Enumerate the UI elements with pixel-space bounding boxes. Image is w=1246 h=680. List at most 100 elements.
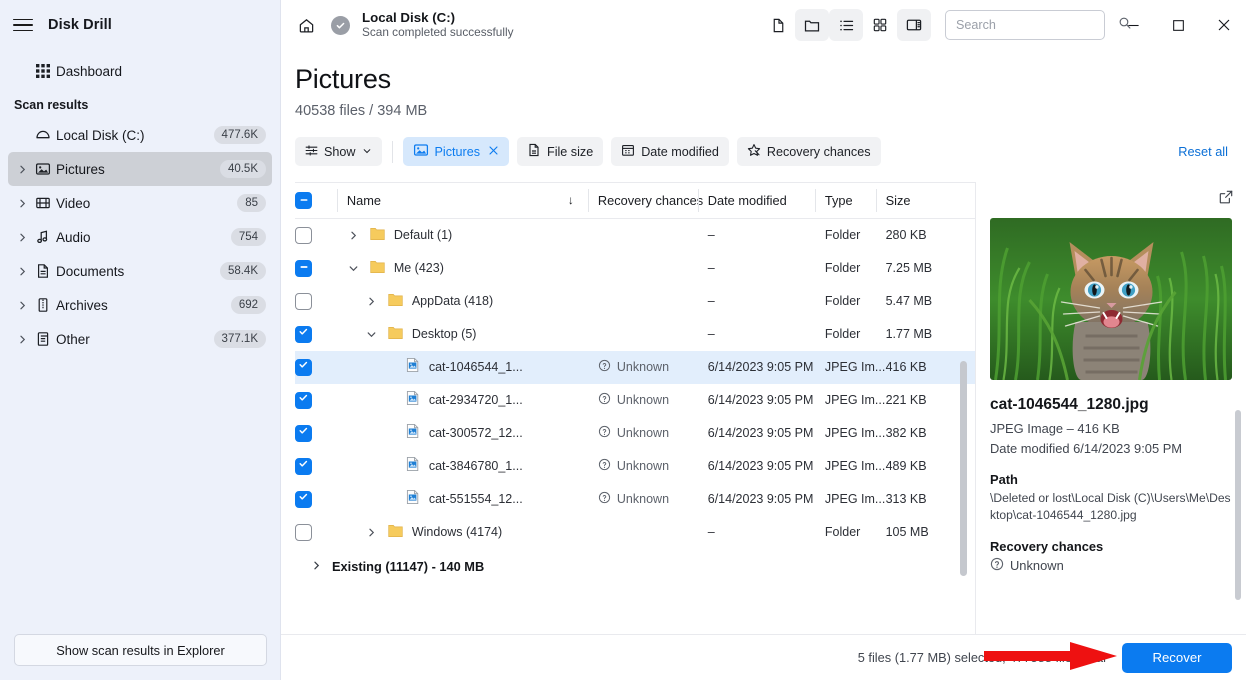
table-row[interactable]: Me (423) – Folder 7.25 MB (295, 252, 975, 285)
column-header-date-modified[interactable]: Date modified (697, 183, 815, 220)
table-row[interactable]: cat-2934720_1... Unknown 6/14/2023 9:05 PM… (295, 384, 975, 417)
table-row[interactable]: Default (1) – Folder 280 KB (295, 219, 975, 252)
row-type-cell: JPEG Im... (824, 492, 886, 507)
row-recovery-cell: Unknown (588, 483, 698, 516)
row-size-cell: 5.47 MB (885, 294, 933, 309)
table-row[interactable]: cat-551554_12... Unknown 6/14/2023 9:05 PM… (295, 483, 975, 516)
chevron-right-icon[interactable] (311, 559, 322, 574)
image-icon (30, 161, 56, 177)
sidebar-item-count: 58.4K (219, 261, 266, 281)
filter-chip-recovery-chances[interactable]: Recovery chances (736, 137, 881, 166)
sidebar-item-count: 692 (230, 295, 266, 315)
home-icon[interactable] (291, 10, 321, 40)
external-link-icon[interactable] (1218, 189, 1234, 210)
folder-icon[interactable] (795, 9, 829, 41)
show-scan-results-in-explorer-button[interactable]: Show scan results in Explorer (14, 634, 267, 666)
sidebar-item-local-disk-c[interactable]: Local Disk (C:) 477.6K (8, 118, 272, 152)
sidebar-item-label: Archives (56, 297, 108, 313)
sidebar-item-archives[interactable]: Archives 692 (8, 288, 272, 322)
grid-view-icon[interactable] (863, 9, 897, 41)
column-header-type[interactable]: Type (814, 183, 876, 220)
reset-all-button[interactable]: Reset all (1178, 144, 1232, 159)
row-recovery-cell: Unknown (588, 417, 698, 450)
maximize-icon[interactable] (1156, 1, 1201, 49)
row-checkbox[interactable] (295, 391, 312, 409)
row-checkbox[interactable] (295, 523, 312, 541)
column-header-recovery-chances[interactable]: Recovery chances (587, 183, 703, 220)
file-icon[interactable] (761, 9, 795, 41)
row-recovery-cell (588, 219, 698, 252)
row-recovery-cell: Unknown (588, 351, 698, 384)
row-checkbox[interactable] (295, 325, 312, 343)
recover-button[interactable]: Recover (1122, 642, 1232, 673)
chevron-right-icon[interactable] (14, 266, 30, 277)
filter-chip-label: Date modified (641, 144, 719, 159)
table-scrollbar-thumb[interactable] (960, 361, 967, 576)
search-input[interactable] (956, 18, 1118, 32)
chevron-right-icon[interactable] (14, 232, 30, 243)
row-recovery-label: Unknown (616, 393, 670, 408)
sidebar-item-pictures[interactable]: Pictures 40.5K (8, 152, 272, 186)
close-icon[interactable] (488, 144, 499, 159)
sidebar-item-other[interactable]: Other 377.1K (8, 322, 272, 356)
row-checkbox[interactable] (295, 292, 312, 310)
check-icon (298, 393, 309, 407)
minimize-icon[interactable] (1111, 1, 1156, 49)
question-circle-icon (990, 557, 1004, 574)
close-icon[interactable] (1201, 1, 1246, 49)
row-name-label: Default (1) (393, 228, 453, 243)
sidebar-item-dashboard[interactable]: Dashboard (8, 54, 272, 88)
filter-chip-pictures[interactable]: Pictures (402, 137, 510, 166)
chevron-right-icon[interactable] (14, 300, 30, 311)
table-row[interactable]: cat-1046544_1... Unknown 6/14/2023 9:05 PM… (295, 350, 975, 384)
table-header-row: Name ↓ Recovery chances Date modified Ty… (295, 183, 975, 220)
hamburger-menu-icon[interactable] (12, 14, 34, 36)
filter-chip-label: Pictures (434, 144, 481, 159)
search-box[interactable] (945, 10, 1131, 40)
row-checkbox[interactable] (295, 424, 312, 442)
preview-image[interactable] (990, 218, 1232, 380)
row-checkbox[interactable] (295, 259, 312, 277)
row-name-label: Desktop (5) (411, 327, 477, 342)
filter-chip-file-size[interactable]: File size (517, 137, 604, 166)
row-checkbox[interactable] (295, 226, 312, 244)
list-view-icon[interactable] (829, 9, 863, 41)
row-checkbox[interactable] (295, 490, 312, 508)
column-header-name[interactable]: Name ↓ (336, 183, 588, 220)
select-all-cell (295, 183, 337, 220)
chevron-down-icon[interactable] (365, 329, 379, 340)
row-checkbox[interactable] (295, 358, 312, 376)
row-checkbox[interactable] (295, 457, 312, 475)
row-name-label: Me (423) (393, 261, 444, 276)
question-circle-icon (598, 359, 611, 375)
sidebar-item-video[interactable]: Video 85 (8, 186, 272, 220)
select-all-checkbox[interactable] (295, 192, 312, 210)
preview-recovery-row: Unknown (990, 557, 1232, 574)
table-row[interactable]: Desktop (5) – Folder 1.77 MB (295, 318, 975, 351)
row-checkbox-cell (295, 252, 337, 285)
panel-toggle-icon[interactable] (897, 9, 931, 41)
sidebar-item-count: 85 (237, 193, 266, 213)
chevron-down-icon[interactable] (347, 263, 361, 274)
calendar-icon (621, 143, 635, 160)
column-header-size[interactable]: Size (875, 183, 975, 220)
row-name-label: AppData (418) (411, 294, 494, 309)
existing-group-row[interactable]: Existing (11147) - 140 MB (295, 549, 975, 585)
sidebar-item-audio[interactable]: Audio 754 (8, 220, 272, 254)
chevron-right-icon[interactable] (14, 334, 30, 345)
folder-icon (387, 522, 404, 542)
table-row[interactable]: cat-300572_12... Unknown 6/14/2023 9:05 PM… (295, 417, 975, 450)
table-row[interactable]: AppData (418) – Folder 5.47 MB (295, 285, 975, 318)
preview-scrollbar-thumb[interactable] (1235, 410, 1241, 600)
chevron-right-icon[interactable] (347, 230, 361, 241)
filter-chip-date-modified[interactable]: Date modified (611, 137, 729, 166)
row-date-cell: 6/14/2023 9:05 PM (707, 426, 814, 441)
sidebar-item-documents[interactable]: Documents 58.4K (8, 254, 272, 288)
chevron-right-icon[interactable] (14, 198, 30, 209)
chevron-right-icon[interactable] (365, 527, 379, 538)
chevron-right-icon[interactable] (365, 296, 379, 307)
table-row[interactable]: Windows (4174) – Folder 105 MB (295, 516, 975, 549)
chevron-right-icon[interactable] (14, 164, 30, 175)
table-row[interactable]: cat-3846780_1... Unknown 6/14/2023 9:05 PM… (295, 450, 975, 483)
show-filter-dropdown[interactable]: Show (295, 137, 382, 166)
